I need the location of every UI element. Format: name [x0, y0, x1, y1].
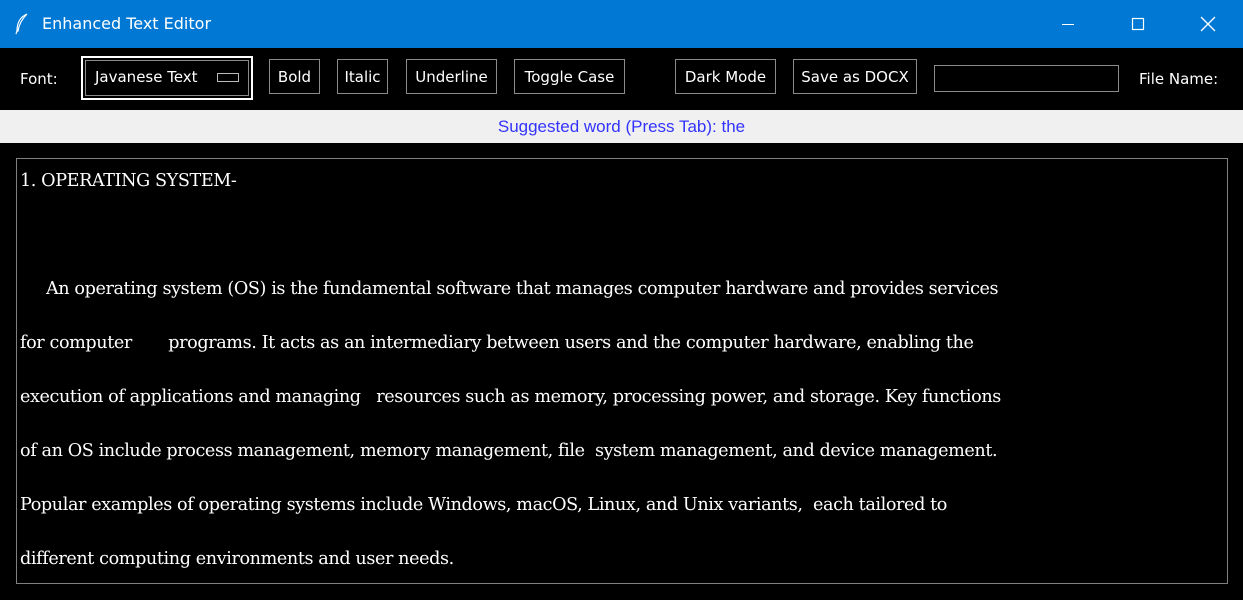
minimize-icon [1062, 24, 1074, 25]
text-editor[interactable]: 1. OPERATING SYSTEM- An operating system… [16, 158, 1228, 584]
toolbar: Font: Javanese Text Bold Italic Underlin… [0, 48, 1243, 110]
window-title: Enhanced Text Editor [42, 14, 212, 33]
editor-line: different computing environments and use… [20, 549, 454, 569]
editor-line: Popular examples of operating systems in… [20, 495, 947, 515]
maximize-button[interactable] [1103, 0, 1173, 48]
editor-area: 1. OPERATING SYSTEM- An operating system… [0, 143, 1243, 600]
maximize-icon [1131, 17, 1145, 31]
underline-button[interactable]: Underline [406, 59, 497, 94]
file-name-input[interactable] [934, 65, 1119, 92]
title-bar: Enhanced Text Editor [0, 0, 1243, 48]
editor-line: 1. OPERATING SYSTEM- [20, 171, 237, 191]
toggle-case-button[interactable]: Toggle Case [514, 59, 625, 94]
bold-button[interactable]: Bold [269, 59, 320, 94]
font-label: Font: [20, 70, 58, 88]
editor-line: An operating system (OS) is the fundamen… [20, 279, 999, 299]
feather-icon [15, 13, 28, 35]
dark-mode-button[interactable]: Dark Mode [675, 59, 776, 94]
minimize-button[interactable] [1033, 0, 1103, 48]
close-icon [1200, 16, 1216, 32]
editor-line: for computer programs. It acts as an int… [20, 333, 974, 353]
file-name-label: File Name: [1139, 70, 1219, 88]
font-dropdown[interactable]: Javanese Text [81, 56, 253, 100]
editor-line: of an OS include process management, mem… [20, 441, 998, 461]
editor-line: execution of applications and managing r… [20, 387, 1001, 407]
save-docx-button[interactable]: Save as DOCX [793, 59, 917, 94]
suggestion-bar: Suggested word (Press Tab): the [0, 110, 1243, 143]
italic-button[interactable]: Italic [337, 59, 388, 94]
dropdown-indicator-icon [217, 73, 239, 82]
close-button[interactable] [1173, 0, 1243, 48]
font-dropdown-value: Javanese Text [95, 68, 198, 86]
